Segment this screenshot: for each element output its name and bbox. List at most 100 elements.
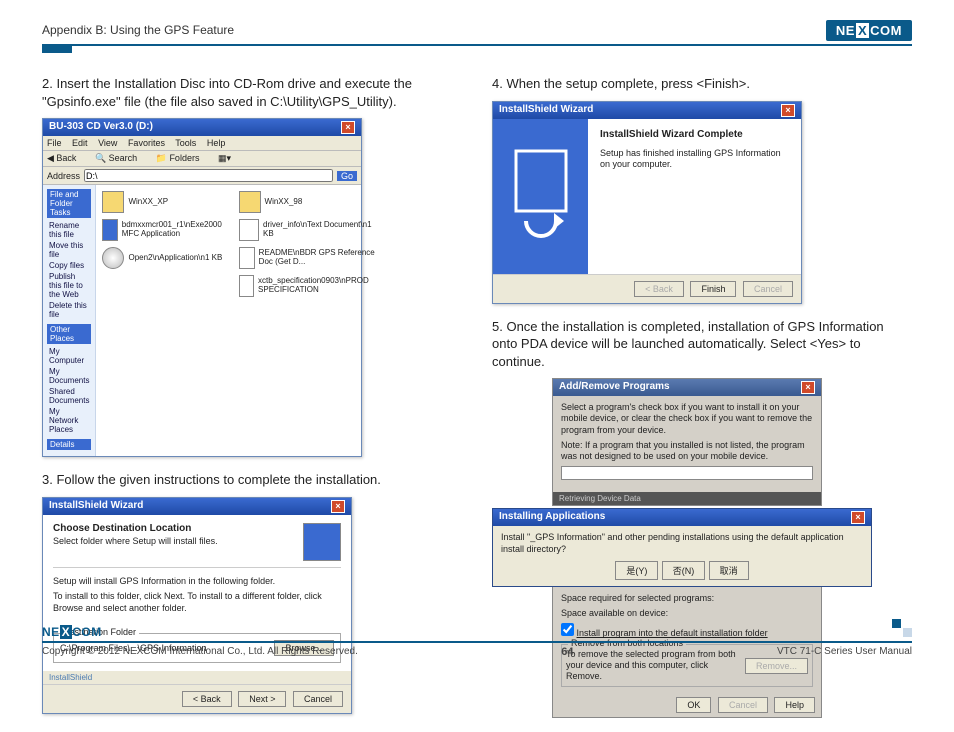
explorer-title: BU-303 CD Ver3.0 (D:) xyxy=(49,121,153,134)
folder-icon xyxy=(102,191,124,213)
nav-search[interactable]: 🔍 Search xyxy=(95,153,145,163)
doc-icon xyxy=(239,247,255,269)
side-item[interactable]: Move this file xyxy=(47,240,91,260)
file-item[interactable]: driver_info\nText Document\n1 KB xyxy=(239,219,376,241)
doc-icon xyxy=(239,275,255,297)
nav-views-icon[interactable]: ▦▾ xyxy=(218,153,231,163)
wizard3-titlebar: InstallShield Wizard × xyxy=(43,498,351,515)
side-item[interactable]: My Documents xyxy=(47,366,91,386)
brand-logo: NEXCOM xyxy=(826,20,912,41)
step-3-text: 3. Follow the given instructions to comp… xyxy=(42,471,462,489)
next-button[interactable]: Next > xyxy=(238,691,286,707)
install-popup: Installing Applications × Install "_GPS … xyxy=(492,508,872,587)
wizard3-heading: Choose Destination Location xyxy=(53,523,218,534)
back-button[interactable]: < Back xyxy=(182,691,232,707)
step-5-text: 5. Once the installation is completed, i… xyxy=(492,318,912,371)
side-item[interactable]: My Computer xyxy=(47,346,91,366)
side-item[interactable]: Copy files xyxy=(47,260,91,271)
header-title: Appendix B: Using the GPS Feature xyxy=(42,23,234,37)
cancel-button: Cancel xyxy=(718,697,768,713)
cancel-button: Cancel xyxy=(743,281,793,297)
explorer-nav: ◀ Back 🔍 Search 📁 Folders ▦▾ xyxy=(43,151,361,167)
addremove-title: Add/Remove Programs xyxy=(559,381,670,394)
footer-decoration xyxy=(892,619,912,637)
wizard4-titlebar: InstallShield Wizard × xyxy=(493,102,801,119)
close-icon[interactable]: × xyxy=(781,104,795,117)
menu-edit[interactable]: Edit xyxy=(72,138,88,148)
add-remove-window: Add/Remove Programs × Select a program's… xyxy=(552,378,822,506)
footer-page: 64 xyxy=(561,646,573,658)
cancel-button[interactable]: 取消 xyxy=(709,561,749,580)
explorer-titlebar: BU-303 CD Ver3.0 (D:) × xyxy=(43,119,361,136)
folder-icon xyxy=(239,191,261,213)
file-item[interactable]: WinXX_98 xyxy=(239,191,376,213)
status-bar: Retrieving Device Data xyxy=(553,492,821,505)
wizard-icon xyxy=(303,523,341,561)
explorer-window: BU-303 CD Ver3.0 (D:) × File Edit View F… xyxy=(42,118,362,457)
wizard4-text: Setup has finished installing GPS Inform… xyxy=(600,148,789,171)
side-item[interactable]: My Network Places xyxy=(47,406,91,435)
side-tasks-header: File and Folder Tasks xyxy=(47,189,91,218)
nav-folders[interactable]: 📁 Folders xyxy=(156,153,208,163)
close-icon[interactable]: × xyxy=(801,381,815,394)
file-item[interactable]: bdmxxmcr001_r1\nExe2000 MFC Application xyxy=(102,219,228,241)
menu-favorites[interactable]: Favorites xyxy=(128,138,165,148)
yes-button[interactable]: 是(Y) xyxy=(615,561,658,580)
no-button[interactable]: 否(N) xyxy=(662,561,706,580)
wizard3-sub: Select folder where Setup will install f… xyxy=(53,536,218,546)
nav-back[interactable]: ◀ Back xyxy=(47,153,84,163)
side-item[interactable]: Rename this file xyxy=(47,220,91,240)
cd-icon xyxy=(102,247,124,269)
popup-message: Install "_GPS Information" and other pen… xyxy=(501,532,863,555)
remove-button: Remove... xyxy=(745,658,808,674)
explorer-menu: File Edit View Favorites Tools Help xyxy=(43,136,361,151)
addremove-text2: Note: If a program that you installed is… xyxy=(561,440,813,463)
footer-copyright: Copyright © 2012 NEXCOM International Co… xyxy=(42,646,358,658)
address-label: Address xyxy=(47,171,80,181)
ok-button[interactable]: OK xyxy=(676,697,711,713)
close-icon[interactable]: × xyxy=(331,500,345,513)
file-item[interactable]: WinXX_XP xyxy=(102,191,228,213)
addremove-titlebar: Add/Remove Programs × xyxy=(553,379,821,396)
wizard-banner xyxy=(493,119,588,274)
menu-help[interactable]: Help xyxy=(207,138,226,148)
file-item[interactable]: Open2\nApplication\n1 KB xyxy=(102,247,228,269)
cancel-button[interactable]: Cancel xyxy=(293,691,343,707)
menu-file[interactable]: File xyxy=(47,138,62,148)
step-4-text: 4. When the setup complete, press <Finis… xyxy=(492,75,912,93)
installshield-label: InstallShield xyxy=(43,671,351,684)
addremove-text1: Select a program's check box if you want… xyxy=(561,402,813,436)
program-listbox[interactable] xyxy=(561,466,813,480)
popup-titlebar: Installing Applications × xyxy=(493,509,871,526)
go-button[interactable]: Go xyxy=(337,171,357,181)
space-required: Space required for selected programs: xyxy=(561,593,813,604)
menu-view[interactable]: View xyxy=(98,138,117,148)
side-item[interactable]: Delete this file xyxy=(47,300,91,320)
wizard4-window: InstallShield Wizard × InstallShield Wiz… xyxy=(492,101,802,304)
help-button[interactable]: Help xyxy=(774,697,815,713)
wizard3-text2: To install to this folder, click Next. T… xyxy=(53,591,341,614)
wizard3-title: InstallShield Wizard xyxy=(49,500,143,513)
close-icon[interactable]: × xyxy=(341,121,355,134)
text-icon xyxy=(239,219,259,241)
wizard4-title: InstallShield Wizard xyxy=(499,104,593,117)
file-item[interactable]: README\nBDR GPS Reference Doc (Get D... xyxy=(239,247,376,269)
app-icon xyxy=(102,219,117,241)
back-button: < Back xyxy=(634,281,684,297)
wizard3-text1: Setup will install GPS Information in th… xyxy=(53,576,341,588)
close-icon[interactable]: × xyxy=(851,511,865,524)
address-input[interactable] xyxy=(84,169,333,182)
wizard4-heading: InstallShield Wizard Complete xyxy=(600,129,789,140)
space-available: Space available on device: xyxy=(561,608,813,619)
step-2-text: 2. Insert the Installation Disc into CD-… xyxy=(42,75,462,110)
side-item[interactable]: Shared Documents xyxy=(47,386,91,406)
popup-title: Installing Applications xyxy=(499,511,605,524)
wizard3-window: InstallShield Wizard × Choose Destinatio… xyxy=(42,497,352,714)
side-item[interactable]: Publish this file to the Web xyxy=(47,271,91,300)
side-details-header: Details xyxy=(47,439,91,450)
side-places-header: Other Places xyxy=(47,324,91,344)
menu-tools[interactable]: Tools xyxy=(175,138,196,148)
file-item[interactable]: xctb_specification0903\nPROD SPECIFICATI… xyxy=(239,275,376,297)
finish-button[interactable]: Finish xyxy=(690,281,736,297)
footer-manual: VTC 71-C Series User Manual xyxy=(777,646,912,658)
